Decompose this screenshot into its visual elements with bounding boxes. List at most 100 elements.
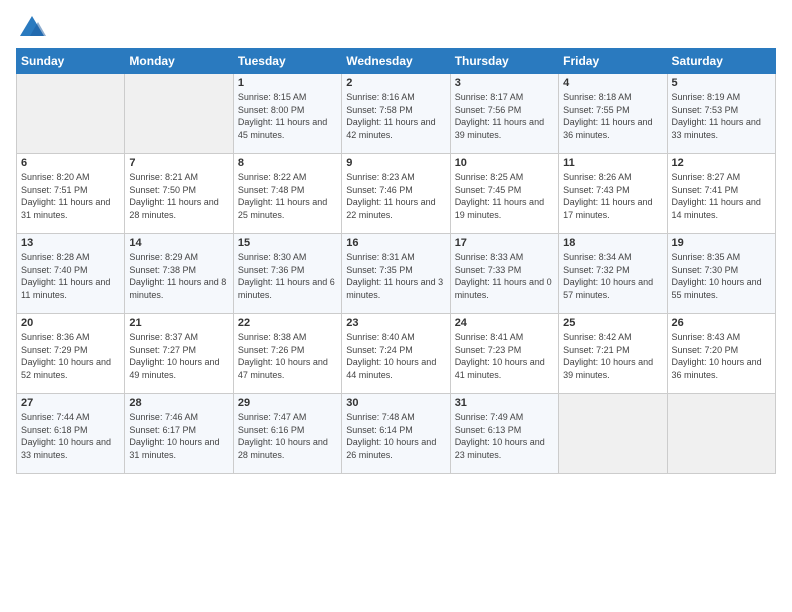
day-number: 3: [455, 77, 554, 89]
day-cell: 4 Sunrise: 8:18 AM Sunset: 7:55 PM Daylig…: [559, 74, 667, 154]
column-header-sunday: Sunday: [17, 49, 125, 74]
day-number: 13: [21, 237, 120, 249]
day-number: 8: [238, 157, 337, 169]
day-detail: Sunrise: 8:17 AM Sunset: 7:56 PM Dayligh…: [455, 91, 554, 141]
day-cell: 7Sunrise: 8:21 AM Sunset: 7:50 PM Daylig…: [125, 154, 233, 234]
day-number: 27: [21, 397, 120, 409]
day-detail: Sunrise: 7:46 AM Sunset: 6:17 PM Dayligh…: [129, 411, 228, 461]
day-cell: 2Sunrise: 8:16 AM Sunset: 7:58 PM Daylig…: [342, 74, 450, 154]
day-detail: Sunrise: 8:20 AM Sunset: 7:51 PM Dayligh…: [21, 171, 120, 221]
day-number: 7: [129, 157, 228, 169]
day-detail: Sunrise: 8:42 AM Sunset: 7:21 PM Dayligh…: [563, 331, 662, 381]
day-cell: 25 Sunrise: 8:42 AM Sunset: 7:21 PM Dayli…: [559, 314, 667, 394]
column-header-tuesday: Tuesday: [233, 49, 341, 74]
day-detail: Sunrise: 8:26 AM Sunset: 7:43 PM Dayligh…: [563, 171, 662, 221]
logo: [16, 16, 46, 42]
day-cell: 10 Sunrise: 8:25 AM Sunset: 7:45 PM Dayli…: [450, 154, 558, 234]
day-cell: 24Sunrise: 8:41 AM Sunset: 7:23 PM Dayli…: [450, 314, 558, 394]
day-cell: 21 Sunrise: 8:37 AM Sunset: 7:27 PM Dayli…: [125, 314, 233, 394]
day-cell: 16 Sunrise: 8:31 AM Sunset: 7:35 PM Dayli…: [342, 234, 450, 314]
day-cell: [559, 394, 667, 474]
day-number: 17: [455, 237, 554, 249]
calendar-table: SundayMondayTuesdayWednesdayThursdayFrid…: [16, 48, 776, 474]
week-row-3: 13 Sunrise: 8:28 AM Sunset: 7:40 PM Dayli…: [17, 234, 776, 314]
day-number: 26: [672, 317, 771, 329]
day-number: 31: [455, 397, 554, 409]
day-cell: 8Sunrise: 8:22 AM Sunset: 7:48 PM Daylig…: [233, 154, 341, 234]
day-detail: Sunrise: 8:28 AM Sunset: 7:40 PM Dayligh…: [21, 251, 120, 301]
day-detail: Sunrise: 8:31 AM Sunset: 7:35 PM Dayligh…: [346, 251, 445, 301]
day-cell: 13 Sunrise: 8:28 AM Sunset: 7:40 PM Dayli…: [17, 234, 125, 314]
day-cell: 6 Sunrise: 8:20 AM Sunset: 7:51 PM Daylig…: [17, 154, 125, 234]
day-cell: 19Sunrise: 8:35 AM Sunset: 7:30 PM Dayli…: [667, 234, 775, 314]
day-cell: 26Sunrise: 8:43 AM Sunset: 7:20 PM Dayli…: [667, 314, 775, 394]
column-header-thursday: Thursday: [450, 49, 558, 74]
day-number: 21: [129, 317, 228, 329]
day-detail: Sunrise: 8:37 AM Sunset: 7:27 PM Dayligh…: [129, 331, 228, 381]
day-detail: Sunrise: 8:36 AM Sunset: 7:29 PM Dayligh…: [21, 331, 120, 381]
day-number: 22: [238, 317, 337, 329]
header: [16, 12, 776, 42]
day-number: 11: [563, 157, 662, 169]
logo-icon: [18, 14, 46, 42]
header-row: SundayMondayTuesdayWednesdayThursdayFrid…: [17, 49, 776, 74]
week-row-5: 27 Sunrise: 7:44 AM Sunset: 6:18 PM Dayli…: [17, 394, 776, 474]
day-detail: Sunrise: 8:40 AM Sunset: 7:24 PM Dayligh…: [346, 331, 445, 381]
day-number: 23: [346, 317, 445, 329]
day-number: 4: [563, 77, 662, 89]
day-detail: Sunrise: 8:16 AM Sunset: 7:58 PM Dayligh…: [346, 91, 445, 141]
day-number: 16: [346, 237, 445, 249]
day-detail: Sunrise: 8:23 AM Sunset: 7:46 PM Dayligh…: [346, 171, 445, 221]
day-cell: 30 Sunrise: 7:48 AM Sunset: 6:14 PM Dayli…: [342, 394, 450, 474]
day-cell: 3 Sunrise: 8:17 AM Sunset: 7:56 PM Daylig…: [450, 74, 558, 154]
day-number: 1: [238, 77, 337, 89]
day-detail: Sunrise: 8:41 AM Sunset: 7:23 PM Dayligh…: [455, 331, 554, 381]
day-cell: [667, 394, 775, 474]
day-number: 28: [129, 397, 228, 409]
day-cell: 15 Sunrise: 8:30 AM Sunset: 7:36 PM Dayli…: [233, 234, 341, 314]
day-number: 25: [563, 317, 662, 329]
day-cell: 27 Sunrise: 7:44 AM Sunset: 6:18 PM Dayli…: [17, 394, 125, 474]
day-detail: Sunrise: 8:34 AM Sunset: 7:32 PM Dayligh…: [563, 251, 662, 301]
day-detail: Sunrise: 8:30 AM Sunset: 7:36 PM Dayligh…: [238, 251, 337, 301]
day-number: 19: [672, 237, 771, 249]
day-number: 18: [563, 237, 662, 249]
day-cell: [17, 74, 125, 154]
day-number: 6: [21, 157, 120, 169]
day-cell: 9Sunrise: 8:23 AM Sunset: 7:46 PM Daylig…: [342, 154, 450, 234]
day-detail: Sunrise: 7:47 AM Sunset: 6:16 PM Dayligh…: [238, 411, 337, 461]
day-cell: [125, 74, 233, 154]
calendar-page: SundayMondayTuesdayWednesdayThursdayFrid…: [0, 0, 792, 612]
day-number: 12: [672, 157, 771, 169]
day-detail: Sunrise: 8:18 AM Sunset: 7:55 PM Dayligh…: [563, 91, 662, 141]
day-detail: Sunrise: 7:44 AM Sunset: 6:18 PM Dayligh…: [21, 411, 120, 461]
day-detail: Sunrise: 7:49 AM Sunset: 6:13 PM Dayligh…: [455, 411, 554, 461]
day-detail: Sunrise: 8:38 AM Sunset: 7:26 PM Dayligh…: [238, 331, 337, 381]
column-header-wednesday: Wednesday: [342, 49, 450, 74]
day-number: 29: [238, 397, 337, 409]
day-number: 10: [455, 157, 554, 169]
day-cell: 5 Sunrise: 8:19 AM Sunset: 7:53 PM Daylig…: [667, 74, 775, 154]
column-header-saturday: Saturday: [667, 49, 775, 74]
day-cell: 12 Sunrise: 8:27 AM Sunset: 7:41 PM Dayli…: [667, 154, 775, 234]
day-detail: Sunrise: 7:48 AM Sunset: 6:14 PM Dayligh…: [346, 411, 445, 461]
day-cell: 23 Sunrise: 8:40 AM Sunset: 7:24 PM Dayli…: [342, 314, 450, 394]
day-number: 15: [238, 237, 337, 249]
column-header-monday: Monday: [125, 49, 233, 74]
day-cell: 28 Sunrise: 7:46 AM Sunset: 6:17 PM Dayli…: [125, 394, 233, 474]
day-detail: Sunrise: 8:15 AM Sunset: 8:00 PM Dayligh…: [238, 91, 337, 141]
day-cell: 14 Sunrise: 8:29 AM Sunset: 7:38 PM Dayli…: [125, 234, 233, 314]
day-number: 30: [346, 397, 445, 409]
day-detail: Sunrise: 8:19 AM Sunset: 7:53 PM Dayligh…: [672, 91, 771, 141]
week-row-1: 1 Sunrise: 8:15 AM Sunset: 8:00 PM Daylig…: [17, 74, 776, 154]
day-detail: Sunrise: 8:27 AM Sunset: 7:41 PM Dayligh…: [672, 171, 771, 221]
day-cell: 11 Sunrise: 8:26 AM Sunset: 7:43 PM Dayli…: [559, 154, 667, 234]
day-detail: Sunrise: 8:25 AM Sunset: 7:45 PM Dayligh…: [455, 171, 554, 221]
day-cell: 31 Sunrise: 7:49 AM Sunset: 6:13 PM Dayli…: [450, 394, 558, 474]
day-number: 20: [21, 317, 120, 329]
day-number: 14: [129, 237, 228, 249]
day-detail: Sunrise: 8:29 AM Sunset: 7:38 PM Dayligh…: [129, 251, 228, 301]
day-detail: Sunrise: 8:33 AM Sunset: 7:33 PM Dayligh…: [455, 251, 554, 301]
day-number: 5: [672, 77, 771, 89]
day-cell: 22 Sunrise: 8:38 AM Sunset: 7:26 PM Dayli…: [233, 314, 341, 394]
